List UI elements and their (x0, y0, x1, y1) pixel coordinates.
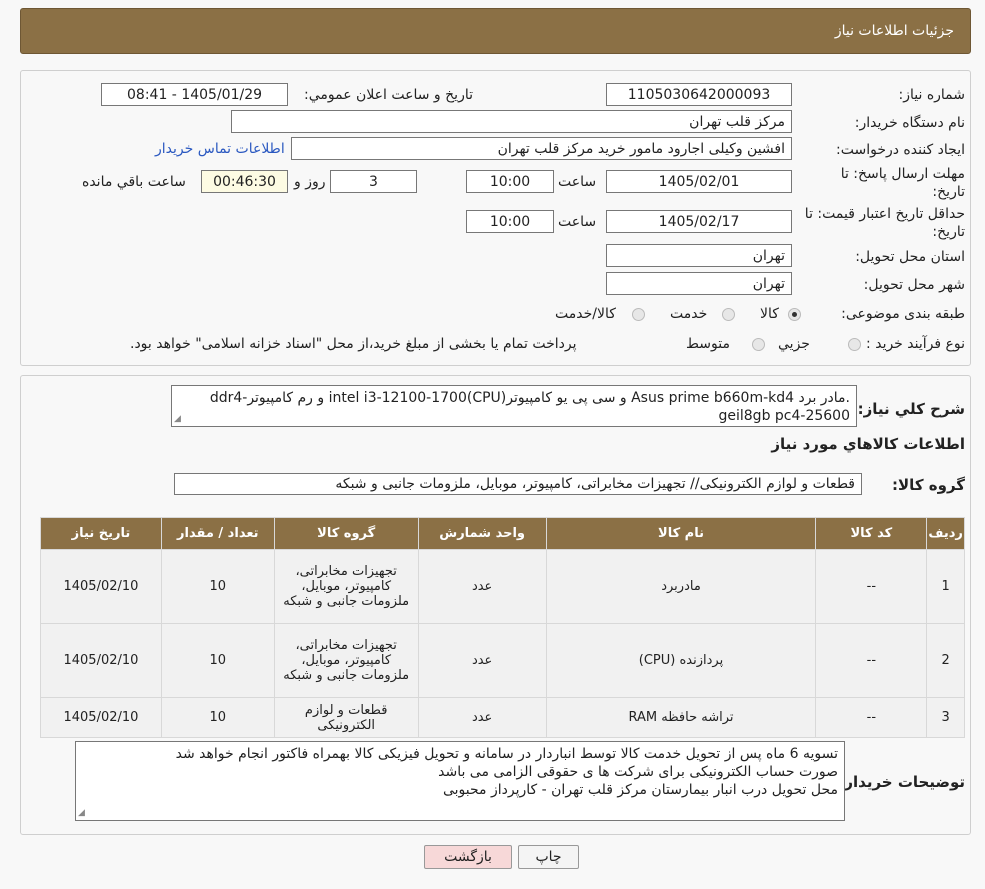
category-radio-goods-service[interactable] (632, 308, 645, 321)
cell-unit: عدد (417, 623, 547, 698)
process-note: پرداخت تمام يا بخشی از مبلغ خريد،از محل … (130, 336, 577, 352)
notes-line: تسویه 6 ماه پس از تحویل خدمت کالا توسط ا… (175, 746, 838, 762)
city-label: شهر محل تحويل: (863, 277, 965, 293)
resize-handle-icon[interactable]: ◢ (78, 809, 85, 818)
cell-group: تجهیزات مخابراتی، کامپیوتر، موبایل، ملزو… (273, 623, 419, 698)
buyer-org-field: مرکز قلب تهران (231, 110, 792, 133)
cell-qty: 10 (160, 697, 275, 738)
cell-row: 1 (926, 549, 965, 624)
col-date-header: تاريخ نياز (40, 517, 162, 550)
cell-unit: عدد (417, 697, 547, 738)
cell-name: مادربرد (545, 549, 817, 624)
cell-qty: 10 (160, 623, 275, 698)
cell-group: قطعات و لوازم الکترونیکی (273, 697, 419, 738)
city-field: تهران (606, 272, 792, 295)
cell-group: تجهیزات مخابراتی، کامپیوتر، موبایل، ملزو… (273, 549, 419, 624)
contact-buyer-link[interactable]: اطلاعات تماس خريدار (155, 141, 285, 157)
province-field: تهران (606, 244, 792, 267)
need-number-field: 1105030642000093 (606, 83, 792, 106)
process-radio-minor[interactable] (848, 338, 861, 351)
summary-label: شرح کلي نياز: (857, 400, 965, 418)
cell-date: 1405/02/10 (40, 697, 162, 738)
resize-handle-icon[interactable]: ◢ (174, 415, 181, 424)
cell-qty: 10 (160, 549, 275, 624)
remaining-label: ساعت باقي مانده (82, 174, 186, 190)
deadline-date-field: 1405/02/01 (606, 170, 792, 193)
deadline-label: مهلت ارسال پاسخ: تا تاريخ: (840, 166, 965, 200)
cell-code: -- (815, 549, 928, 624)
col-unit-header: واحد شمارش (417, 517, 547, 550)
validity-time-label: ساعت (558, 214, 597, 230)
notes-label: توضيحات خريدار: (838, 773, 965, 791)
goods-group-label: گروه کالا: (892, 476, 965, 494)
cell-row: 3 (926, 697, 965, 738)
summary-textarea: .مادر برد Asus prime b660m-kd4 و سی پی ی… (171, 385, 857, 427)
col-name-header: نام کالا (545, 517, 817, 550)
deadline-time-field: 10:00 (466, 170, 554, 193)
validity-time-field: 10:00 (466, 210, 554, 233)
col-code-header: کد کالا (815, 517, 928, 550)
announce-label: تاريخ و ساعت اعلان عمومي: (304, 87, 473, 103)
category-radio-service[interactable] (722, 308, 735, 321)
col-qty-header: تعداد / مقدار (160, 517, 275, 550)
cell-row: 2 (926, 623, 965, 698)
col-row-header: رديف (926, 517, 965, 550)
category-option-goods-service: کالا/خدمت (555, 306, 616, 322)
goods-info-title: اطلاعات کالاهاي مورد نياز (771, 435, 965, 453)
validity-date-field: 1405/02/17 (606, 210, 792, 233)
process-option-minor: جزيي (778, 336, 810, 352)
table-row: 3 -- تراشه حافظه RAM عدد قطعات و لوازم ا… (40, 697, 965, 738)
notes-textarea: تسویه 6 ماه پس از تحویل خدمت کالا توسط ا… (75, 741, 845, 821)
buyer-org-label: نام دستگاه خريدار: (854, 115, 965, 131)
days-label: روز و (294, 174, 326, 190)
notes-line: محل تحویل درب انبار بیمارستان مرکز قلب ت… (442, 782, 838, 798)
announce-field: 1405/01/29 - 08:41 (101, 83, 288, 106)
days-field: 3 (330, 170, 417, 193)
creator-label: ايجاد کننده درخواست: (836, 142, 965, 158)
validity-label: حداقل تاريخ اعتبار قيمت: تا تاريخ: (804, 206, 965, 240)
category-radio-goods[interactable] (788, 308, 801, 321)
goods-group-field: قطعات و لوازم الکترونیکی// تجهیزات مخابر… (174, 473, 862, 495)
table-row: 2 -- پردازنده (CPU) عدد تجهیزات مخابراتی… (40, 623, 965, 698)
process-label: نوع فرآيند خريد : (866, 336, 965, 352)
creator-field: افشین وکیلی اجارود مامور خرید مرکز قلب ت… (291, 137, 792, 160)
remaining-time-field: 00:46:30 (201, 170, 288, 193)
category-option-service: خدمت (670, 306, 708, 322)
print-button[interactable]: چاپ (518, 845, 579, 869)
goods-table: رديف کد کالا نام کالا واحد شمارش گروه کا… (40, 517, 965, 738)
category-label: طبقه بندی موضوعی: (841, 306, 965, 322)
cell-date: 1405/02/10 (40, 549, 162, 624)
back-button[interactable]: بازگشت (424, 845, 512, 869)
page-header: جزئيات اطلاعات نياز (20, 8, 971, 54)
notes-line: صورت حساب الکترونیکی برای شرکت ها ی حقوق… (438, 764, 838, 780)
table-header-row: رديف کد کالا نام کالا واحد شمارش گروه کا… (40, 517, 965, 550)
process-option-medium: متوسط (686, 336, 730, 352)
process-radio-medium[interactable] (752, 338, 765, 351)
table-row: 1 -- مادربرد عدد تجهیزات مخابراتی، کامپی… (40, 549, 965, 624)
category-option-goods: کالا (760, 306, 779, 322)
summary-text: .مادر برد Asus prime b660m-kd4 و سی پی ی… (209, 390, 850, 424)
cell-name: تراشه حافظه RAM (545, 697, 817, 738)
cell-unit: عدد (417, 549, 547, 624)
cell-code: -- (815, 623, 928, 698)
province-label: استان محل تحويل: (855, 249, 965, 265)
deadline-time-label: ساعت (558, 174, 597, 190)
col-group-header: گروه کالا (273, 517, 419, 550)
page-title: جزئيات اطلاعات نياز (834, 23, 954, 39)
cell-name: پردازنده (CPU) (545, 623, 817, 698)
need-number-label: شماره نياز: (898, 87, 966, 103)
cell-code: -- (815, 697, 928, 738)
cell-date: 1405/02/10 (40, 623, 162, 698)
